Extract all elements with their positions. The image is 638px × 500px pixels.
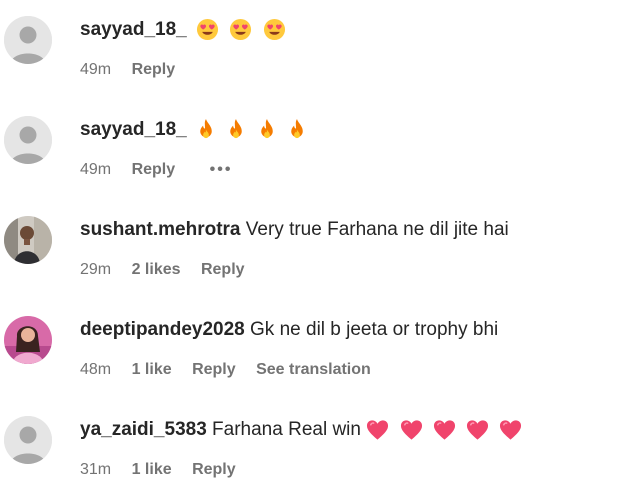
pink-heart-emoji-icon — [467, 420, 489, 440]
avatar-default[interactable] — [4, 116, 52, 164]
comment-emojis — [196, 118, 312, 142]
avatar-default[interactable] — [4, 16, 52, 64]
more-options-icon[interactable]: ••• — [210, 160, 233, 180]
comment-time: 49m — [80, 161, 112, 178]
comment-username[interactable]: sushant.mehrotra — [80, 219, 240, 240]
likes-count[interactable]: 2 likes — [132, 261, 181, 278]
comment-time: 49m — [80, 61, 112, 78]
comment-text: Farhana Real win — [212, 419, 361, 441]
comment-item: sayyad_18_ 49m Reply — [0, 0, 638, 100]
comment-item: sayyad_18_ 49m Reply ••• — [0, 100, 638, 200]
comment-item: deeptipandey2028 Gk ne dil b jeeta or tr… — [0, 300, 638, 400]
avatar-photo[interactable] — [4, 216, 52, 264]
heart-eyes-emoji-icon — [263, 19, 285, 41]
comment-emojis — [196, 18, 291, 42]
fire-emoji-icon — [260, 119, 273, 139]
heart-eyes-emoji-icon — [230, 19, 252, 41]
reply-button[interactable]: Reply — [132, 61, 176, 78]
comment-item: ya_zaidi_5383 Farhana Real win 31m 1 lik… — [0, 400, 638, 500]
comment-text: Gk ne dil b jeeta or trophy bhi — [250, 319, 499, 340]
comment-time: 29m — [80, 261, 112, 278]
heart-eyes-emoji-icon — [196, 19, 219, 41]
likes-count[interactable]: 1 like — [132, 361, 172, 378]
comment-emojis — [366, 418, 527, 442]
pink-heart-emoji-icon — [433, 420, 455, 440]
see-translation-button[interactable]: See translation — [256, 361, 371, 378]
comment-text: Very true Farhana ne dil jite hai — [245, 219, 509, 240]
pink-heart-emoji-icon — [500, 420, 522, 440]
comment-username[interactable]: ya_zaidi_5383 — [80, 419, 207, 440]
fire-emoji-icon — [200, 119, 212, 139]
pink-heart-emoji-icon — [367, 420, 389, 440]
reply-button[interactable]: Reply — [132, 161, 176, 178]
comment-item: sushant.mehrotra Very true Farhana ne di… — [0, 200, 638, 300]
comment-username[interactable]: sayyad_18_ — [80, 119, 187, 140]
comment-username[interactable]: sayyad_18_ — [80, 19, 187, 40]
reply-button[interactable]: Reply — [192, 461, 236, 478]
fire-emoji-icon — [230, 119, 243, 139]
comment-username[interactable]: deeptipandey2028 — [80, 319, 245, 340]
comment-time: 48m — [80, 361, 112, 378]
avatar-default[interactable] — [4, 416, 52, 464]
reply-button[interactable]: Reply — [192, 361, 236, 378]
avatar-photo[interactable] — [4, 316, 52, 364]
likes-count[interactable]: 1 like — [132, 461, 172, 478]
pink-heart-emoji-icon — [400, 420, 422, 440]
comment-time: 31m — [80, 461, 112, 478]
fire-emoji-icon — [291, 119, 303, 139]
reply-button[interactable]: Reply — [201, 261, 245, 278]
